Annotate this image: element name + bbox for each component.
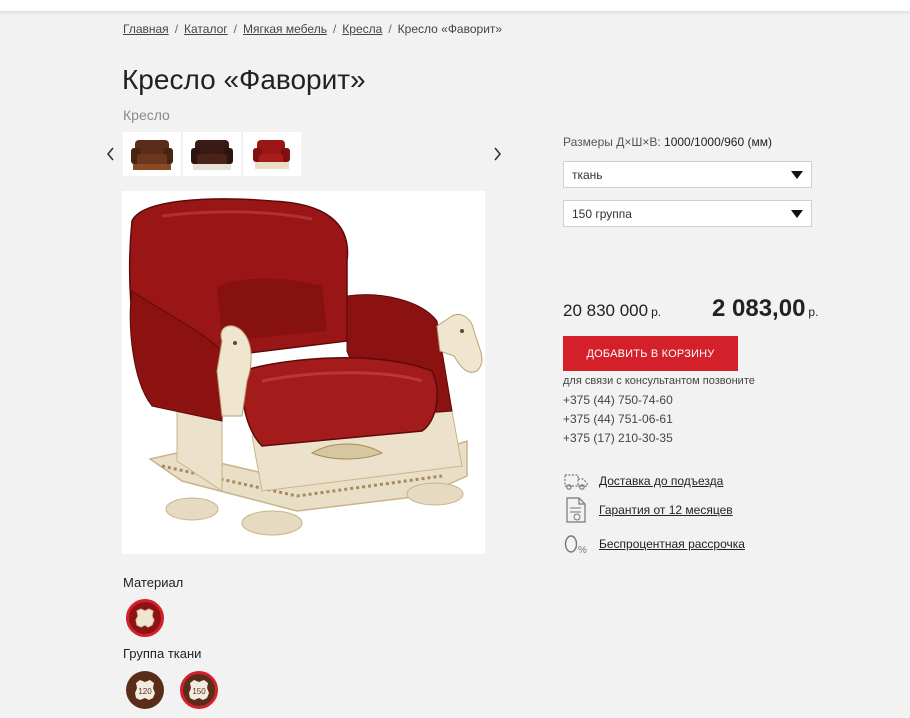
top-bar — [0, 0, 910, 12]
thumbnail-3[interactable] — [243, 132, 301, 176]
feature-delivery: Доставка до подъезда — [563, 468, 723, 494]
armchair-red-thumbnail-image — [253, 140, 290, 169]
breadcrumb-link-catalog[interactable]: Каталог — [184, 22, 228, 36]
price-new: 2 083,00 р. — [712, 295, 818, 323]
truck-icon — [563, 468, 589, 494]
price-old: 20 830 000 р. — [563, 301, 661, 321]
material-swatch-leather[interactable] — [126, 599, 164, 637]
leather-icon — [135, 608, 155, 628]
group-select-value: 150 группа — [572, 207, 632, 221]
breadcrumb-current: Кресло «Фаворит» — [397, 22, 503, 36]
thumbnail-1[interactable] — [123, 132, 181, 176]
phone-link-3[interactable]: +375 (17) 210-30-35 — [563, 431, 673, 445]
feature-installment-link[interactable]: Беспроцентная рассрочка — [599, 537, 745, 551]
fabric-group-option-150[interactable]: 150 — [180, 671, 218, 709]
svg-text:%: % — [578, 545, 587, 556]
page-title: Кресло «Фаворит» — [122, 64, 366, 95]
fabric-group-option-120[interactable]: 120 — [126, 671, 164, 709]
feature-installment: % Беспроцентная рассрочка — [563, 531, 745, 557]
chevron-right-icon — [494, 147, 502, 161]
svg-text:120: 120 — [138, 687, 152, 696]
price-new-currency: р. — [808, 305, 819, 319]
caret-down-icon — [791, 171, 803, 179]
add-to-cart-button[interactable]: Добавить в корзину — [563, 336, 738, 371]
feature-warranty: Гарантия от 12 месяцев — [563, 497, 733, 523]
leather-150-icon: 150 — [189, 680, 209, 700]
breadcrumb-link-armchairs[interactable]: Кресла — [342, 22, 382, 36]
chevron-left-icon — [106, 147, 114, 161]
feature-delivery-link[interactable]: Доставка до подъезда — [599, 474, 723, 488]
dimensions: Размеры Д×Ш×В: 1000/1000/960 (мм) — [563, 135, 772, 149]
product-main-image[interactable] — [122, 191, 485, 554]
armchair-dark-thumbnail-image — [191, 140, 233, 170]
group-select[interactable]: 150 группа — [563, 200, 812, 227]
product-category: Кресло — [123, 107, 170, 123]
price-new-value: 2 083,00 — [712, 295, 806, 322]
dimensions-value: 1000/1000/960 (мм) — [664, 135, 772, 149]
phone-link-1[interactable]: +375 (44) 750-74-60 — [563, 393, 673, 407]
document-icon — [563, 497, 589, 523]
leather-120-icon: 120 — [135, 680, 155, 700]
material-select-value: ткань — [572, 168, 603, 182]
armchair-image — [128, 198, 483, 536]
svg-text:150: 150 — [192, 687, 206, 696]
breadcrumb-link-home[interactable]: Главная — [123, 22, 169, 36]
feature-warranty-link[interactable]: Гарантия от 12 месяцев — [599, 503, 733, 517]
armchair-brown-thumbnail-image — [131, 140, 173, 170]
material-select[interactable]: ткань — [563, 161, 812, 188]
consultant-label: для связи с консультантом позвоните — [563, 375, 755, 387]
caret-down-icon — [791, 210, 803, 218]
gallery-thumbnails — [123, 132, 301, 176]
thumbnail-2[interactable] — [183, 132, 241, 176]
breadcrumb-link-upholstered[interactable]: Мягкая мебель — [243, 22, 327, 36]
fabric-group-label: Группа ткани — [123, 646, 202, 661]
material-label: Материал — [123, 575, 184, 590]
gallery-next-button[interactable] — [490, 145, 504, 163]
phone-link-2[interactable]: +375 (44) 751-06-61 — [563, 412, 673, 426]
gallery-prev-button[interactable] — [104, 145, 118, 163]
breadcrumb: Главная / Каталог / Мягкая мебель / Кресла / Кре… — [123, 22, 503, 36]
dimensions-label: Размеры Д×Ш×В: — [563, 135, 661, 149]
zero-percent-icon: % — [563, 531, 589, 557]
price-old-currency: р. — [651, 305, 662, 319]
price-old-value: 20 830 000 — [563, 301, 649, 320]
